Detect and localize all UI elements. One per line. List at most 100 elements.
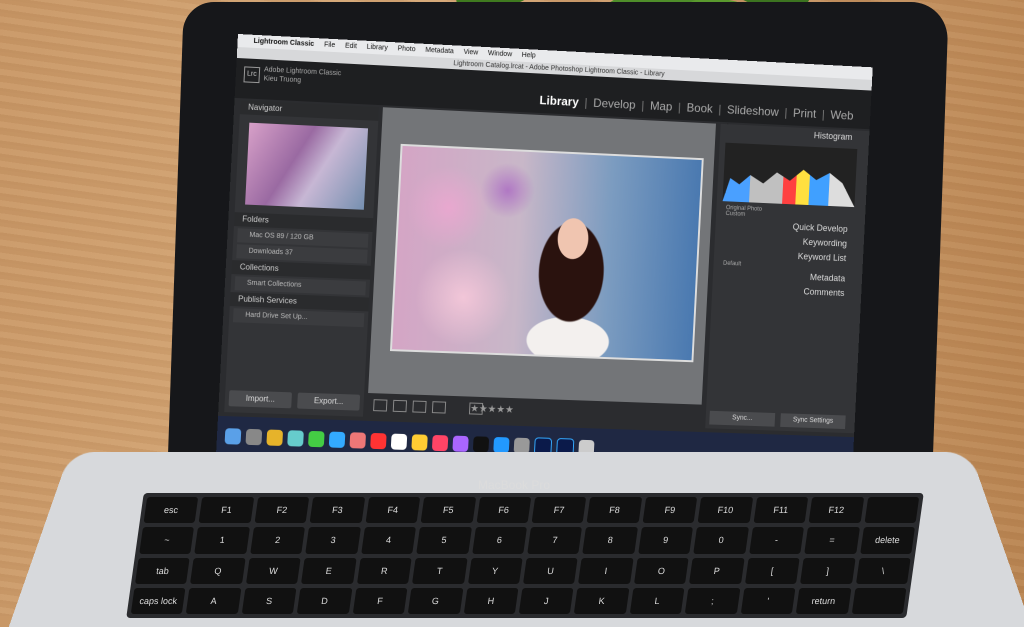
key[interactable]: L [629,587,685,614]
key[interactable]: Y [467,557,523,584]
module-print[interactable]: Print [793,106,817,121]
key[interactable]: E [301,557,357,584]
sync-settings-button[interactable]: Sync Settings [780,413,846,430]
key[interactable]: 0 [693,527,749,554]
key[interactable]: ; [685,587,741,614]
module-develop[interactable]: Develop [593,96,636,112]
menu-photo[interactable]: Photo [397,45,415,53]
facetime-icon[interactable] [307,430,325,448]
menu-window[interactable]: Window [488,50,513,58]
key[interactable]: 7 [527,527,583,554]
main-photo[interactable] [389,143,704,363]
key[interactable]: esc [143,497,199,524]
hard-drive-row[interactable]: Hard Drive Set Up... [232,308,365,328]
key[interactable]: F1 [198,497,255,524]
finder-icon[interactable] [224,428,242,445]
photos-icon[interactable] [349,432,367,449]
calendar-icon[interactable] [370,432,387,450]
key[interactable]: H [463,587,519,614]
key[interactable]: 3 [305,527,361,554]
podcasts-icon[interactable] [452,435,469,452]
key[interactable]: F2 [254,497,310,524]
key[interactable]: O [633,557,690,584]
key[interactable]: 1 [194,527,250,554]
key[interactable]: ' [740,587,796,614]
key[interactable]: R [356,557,412,584]
notes-icon[interactable] [390,433,408,450]
module-slideshow[interactable]: Slideshow [727,103,779,119]
key[interactable]: K [574,587,630,614]
menu-help[interactable]: Help [522,52,536,60]
loupe-view-icon[interactable] [392,399,408,413]
key[interactable]: Q [190,557,246,584]
survey-view-icon[interactable] [431,401,447,414]
key[interactable]: tab [135,557,191,584]
main-view: ★★★★★ [366,107,716,429]
preview-icon[interactable] [287,430,304,447]
sync-button[interactable]: Sync... [709,410,776,427]
key[interactable]: return [795,587,852,614]
module-book[interactable]: Book [686,101,713,116]
key[interactable]: 6 [471,527,527,554]
key[interactable]: I [578,557,634,584]
menu-edit[interactable]: Edit [345,43,357,51]
module-map[interactable]: Map [650,99,673,114]
module-library[interactable]: Library [539,93,579,109]
key[interactable]: 5 [416,527,472,554]
key[interactable]: F7 [531,497,587,524]
key[interactable] [851,587,907,614]
key[interactable]: F4 [365,497,421,524]
key[interactable]: T [412,557,468,584]
key[interactable]: 9 [638,527,694,554]
key[interactable]: D [297,587,353,614]
apple-tv-icon[interactable] [472,436,490,453]
set-up-link[interactable]: Set Up... [280,313,307,321]
menu-library[interactable]: Library [367,44,388,52]
module-web[interactable]: Web [830,108,854,123]
launchpad-icon[interactable] [245,428,263,446]
key[interactable]: P [689,557,745,584]
key[interactable]: F12 [808,497,864,524]
key[interactable]: F9 [642,497,698,524]
key[interactable]: W [245,557,302,584]
key[interactable]: A [186,587,242,614]
key[interactable]: F [352,587,408,614]
menu-file[interactable]: File [324,42,335,50]
compare-view-icon[interactable] [412,400,427,413]
grid-view-icon[interactable] [373,399,388,412]
star-rating-icon[interactable]: ★★★★★ [468,402,514,416]
menu-metadata[interactable]: Metadata [425,47,454,55]
navigator-preview[interactable] [245,122,369,210]
key[interactable]: caps lock [130,587,186,614]
key[interactable]: F8 [586,497,643,524]
messages-icon[interactable] [328,431,346,448]
key[interactable]: \ [855,557,911,584]
key[interactable]: ~ [139,527,195,554]
key[interactable] [864,497,920,524]
key[interactable]: S [241,587,297,614]
app-store-icon[interactable] [493,436,510,454]
key[interactable]: = [804,527,860,554]
key[interactable]: F11 [753,497,809,524]
key[interactable]: G [407,587,464,614]
menu-app-name[interactable]: Lightroom Classic [253,38,314,48]
music-icon[interactable] [431,434,449,452]
key[interactable]: 4 [360,527,417,554]
key[interactable]: F6 [476,497,532,524]
key[interactable]: F3 [309,497,365,524]
key[interactable]: - [748,527,805,554]
export-button[interactable]: Export... [297,392,361,411]
key[interactable]: U [523,557,579,584]
import-button[interactable]: Import... [228,390,292,409]
reminders-icon[interactable] [411,434,428,451]
key[interactable]: 2 [250,527,306,554]
key[interactable]: ] [800,557,856,584]
chrome-icon[interactable] [266,429,284,446]
key[interactable]: J [518,587,574,614]
menu-view[interactable]: View [463,49,478,57]
key[interactable]: F5 [420,497,476,524]
key[interactable]: delete [859,527,915,554]
key[interactable]: F10 [697,497,753,524]
key[interactable]: [ [744,557,800,584]
key[interactable]: 8 [582,527,638,554]
